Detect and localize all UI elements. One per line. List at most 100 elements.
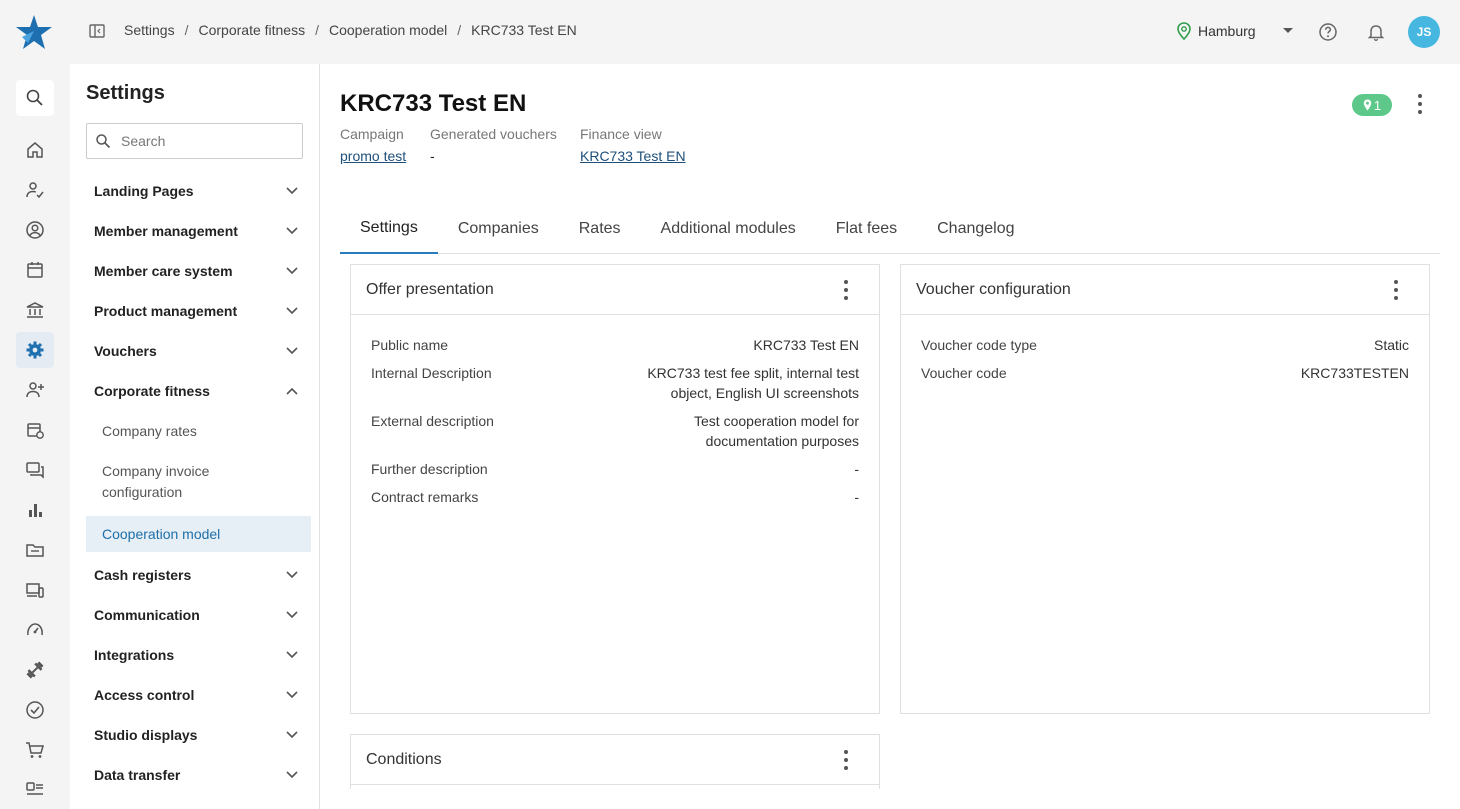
- location-count-badge[interactable]: 1: [1352, 94, 1392, 116]
- rail-gauge-icon[interactable]: [16, 612, 54, 648]
- settings-search-input[interactable]: [121, 133, 291, 149]
- card-header: Offer presentation: [351, 265, 879, 315]
- row-value: KRC733TESTEN: [1300, 365, 1409, 381]
- breadcrumb-current: KRC733 Test EN: [471, 22, 577, 38]
- nav-vouchers[interactable]: Vouchers: [86, 331, 311, 371]
- card-more-options-icon[interactable]: [843, 279, 849, 300]
- settings-search[interactable]: [86, 123, 303, 159]
- tab-companies[interactable]: Companies: [438, 204, 559, 254]
- row-key: Contract remarks: [371, 489, 479, 505]
- nav-corporate-fitness[interactable]: Corporate fitness: [86, 371, 311, 411]
- chevron-down-icon: [286, 651, 298, 659]
- rail-settings-gear-icon[interactable]: [16, 332, 54, 368]
- user-avatar[interactable]: JS: [1408, 16, 1440, 48]
- card-title: Offer presentation: [366, 280, 494, 298]
- tab-flat-fees[interactable]: Flat fees: [816, 204, 917, 254]
- rail-bank-icon[interactable]: [16, 292, 54, 328]
- nav-product-management[interactable]: Product management: [86, 291, 311, 331]
- meta-label: Finance view: [580, 126, 662, 142]
- meta-generated-vouchers: Generated vouchers -: [430, 126, 557, 164]
- rail-calendar-icon[interactable]: [16, 252, 54, 288]
- nav-label: Integrations: [94, 647, 175, 663]
- rail-add-user-icon[interactable]: [16, 372, 54, 408]
- nav-landing-pages[interactable]: Landing Pages: [86, 171, 311, 211]
- logo-star-icon[interactable]: [14, 13, 54, 51]
- notifications-bell-icon[interactable]: [1366, 22, 1386, 42]
- card-more-options-icon[interactable]: [1393, 279, 1399, 300]
- tab-additional-modules[interactable]: Additional modules: [641, 204, 816, 254]
- rail-check-circle-icon[interactable]: [16, 692, 54, 728]
- breadcrumb-separator: /: [184, 22, 189, 38]
- row-value: Static: [1373, 337, 1409, 353]
- row-key: Internal Description: [371, 365, 492, 381]
- rail-folder-icon[interactable]: [16, 532, 54, 568]
- nav-studio-displays[interactable]: Studio displays: [86, 715, 311, 755]
- page-more-options-icon[interactable]: [1417, 94, 1423, 114]
- chevron-down-icon: [286, 611, 298, 619]
- row-key: Voucher code: [921, 365, 1007, 381]
- sub-item-company-rates[interactable]: Company rates: [86, 421, 311, 442]
- nav-label: Cash registers: [94, 567, 192, 583]
- card-body: Public name KRC733 Test EN Internal Descr…: [351, 315, 879, 507]
- detail-row: Voucher code type Static: [921, 335, 1409, 355]
- nav-cash-registers[interactable]: Cash registers: [86, 555, 311, 595]
- collapse-sidebar-icon[interactable]: [88, 22, 106, 40]
- card-body: Voucher code type Static Voucher code KRC7…: [901, 315, 1429, 383]
- detail-row: Internal Description KRC733 test fee spli…: [371, 363, 859, 403]
- breadcrumb: Settings / Corporate fitness / Cooperati…: [124, 22, 577, 38]
- nav-label: Member management: [94, 223, 238, 239]
- chevron-down-icon: [1282, 28, 1293, 33]
- tab-rates[interactable]: Rates: [559, 204, 641, 254]
- card-header: Voucher configuration: [901, 265, 1429, 315]
- rail-calendar-sync-icon[interactable]: [16, 412, 54, 448]
- breadcrumb-separator: /: [315, 22, 319, 38]
- rail-dumbbell-icon[interactable]: [16, 652, 54, 688]
- tab-settings[interactable]: Settings: [340, 204, 438, 254]
- breadcrumb-separator: /: [457, 22, 462, 38]
- chevron-down-icon: [286, 347, 298, 355]
- voucher-configuration-card: Voucher configuration Voucher code type S…: [900, 264, 1430, 714]
- sub-item-cooperation-model[interactable]: Cooperation model: [86, 516, 311, 552]
- breadcrumb-corporate-fitness[interactable]: Corporate fitness: [198, 22, 305, 38]
- card-title: Conditions: [366, 750, 442, 768]
- campaign-link[interactable]: promo test: [340, 148, 406, 164]
- chevron-down-icon: [286, 771, 298, 779]
- nav-label: Access control: [94, 687, 195, 703]
- nav-data-transfer[interactable]: Data transfer: [86, 755, 311, 795]
- help-icon[interactable]: [1318, 22, 1338, 42]
- chevron-down-icon: [286, 267, 298, 275]
- finance-view-link[interactable]: KRC733 Test EN: [580, 148, 686, 164]
- rail-badge-icon[interactable]: [16, 772, 54, 808]
- location-label: Hamburg: [1198, 23, 1256, 39]
- offer-presentation-card: Offer presentation Public name KRC733 Tes…: [350, 264, 880, 714]
- row-value: KRC733 test fee split, internal test obj…: [647, 365, 859, 401]
- nav-integrations[interactable]: Integrations: [86, 635, 311, 675]
- nav-member-care-system[interactable]: Member care system: [86, 251, 311, 291]
- nav-communication[interactable]: Communication: [86, 595, 311, 635]
- meta-finance-view: Finance view KRC733 Test EN: [580, 126, 686, 164]
- conditions-card: Conditions: [350, 734, 880, 789]
- rail-devices-icon[interactable]: [16, 572, 54, 608]
- chevron-down-icon: [286, 571, 298, 579]
- rail-member-check-icon[interactable]: [16, 172, 54, 208]
- card-title: Voucher configuration: [916, 280, 1071, 298]
- meta-label: Campaign: [340, 126, 404, 142]
- tab-changelog[interactable]: Changelog: [917, 204, 1034, 254]
- card-more-options-icon[interactable]: [843, 749, 849, 770]
- main-content: KRC733 Test EN 1 Campaign promo test Gen…: [320, 64, 1460, 809]
- breadcrumb-cooperation-model[interactable]: Cooperation model: [329, 22, 447, 38]
- rail-home-icon[interactable]: [16, 132, 54, 168]
- rail-search-icon[interactable]: [16, 80, 54, 116]
- nav-access-control[interactable]: Access control: [86, 675, 311, 715]
- chevron-down-icon: [286, 691, 298, 699]
- rail-cart-icon[interactable]: [16, 732, 54, 768]
- nav-member-management[interactable]: Member management: [86, 211, 311, 251]
- rail-chat-icon[interactable]: [16, 452, 54, 488]
- rail-bar-chart-icon[interactable]: [16, 492, 54, 528]
- chevron-up-icon: [286, 387, 298, 395]
- rail-member-circle-icon[interactable]: [16, 212, 54, 248]
- location-selector[interactable]: Hamburg: [1176, 22, 1294, 40]
- breadcrumb-settings[interactable]: Settings: [124, 22, 175, 38]
- sub-item-company-invoice-configuration[interactable]: Company invoice configuration: [86, 461, 286, 503]
- row-value: -: [854, 489, 859, 505]
